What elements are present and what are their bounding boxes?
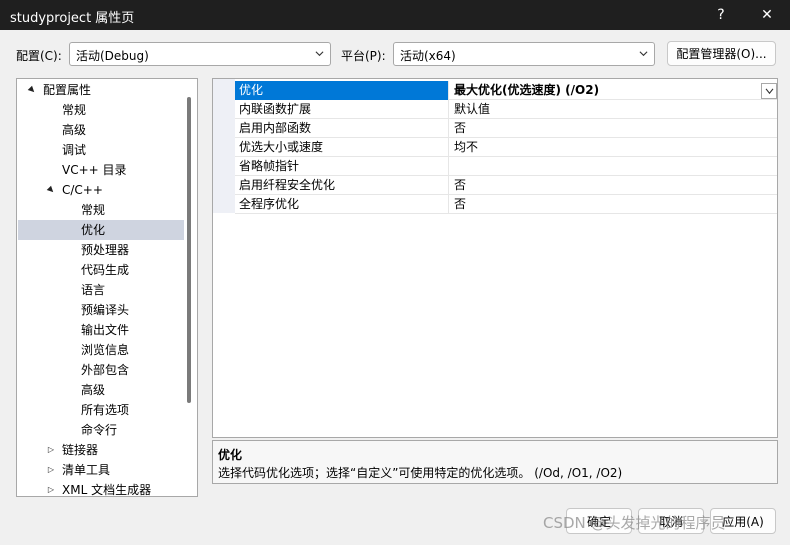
tree-item-label: 预编译头 [81, 303, 130, 317]
tree-item[interactable]: ▷ 清单工具 [18, 460, 184, 480]
property-row[interactable]: 优选大小或速度 均不 [235, 138, 777, 157]
tree-item-label: 代码生成 [81, 263, 130, 277]
tree-item[interactable]: ▷ XML 文档生成器 [18, 480, 184, 497]
property-name: 启用内部函数 [235, 119, 449, 138]
tree-item[interactable]: 常规 [18, 100, 184, 120]
tree-scrollbar[interactable] [187, 97, 191, 403]
property-tree: ▲ 配置属性 常规 高级 调试 VC++ 目录 ▲ C/C++ 常规 优化 预处理器 代码生成 语言 预编… [16, 78, 198, 497]
tree-item[interactable]: 命令行 [18, 420, 184, 440]
tree-item[interactable]: ▲ 配置属性 [18, 80, 184, 100]
property-name: 全程序优化 [235, 195, 449, 214]
tree-item-label: 外部包含 [81, 363, 130, 377]
description-title: 优化 [218, 448, 243, 462]
tree-item-label: 优化 [81, 223, 106, 237]
property-value[interactable]: 否 [450, 119, 777, 138]
property-name: 优选大小或速度 [235, 138, 449, 157]
help-button[interactable]: ? [698, 0, 744, 30]
tree-item-label: 预处理器 [81, 243, 130, 257]
tree-item-label: 高级 [81, 383, 106, 397]
property-name: 省略帧指针 [235, 157, 449, 176]
tree-item[interactable]: 预处理器 [18, 240, 184, 260]
property-name: 内联函数扩展 [235, 100, 449, 119]
tree-item-label: 常规 [62, 103, 87, 117]
property-row[interactable]: 内联函数扩展 默认值 [235, 100, 777, 119]
property-value[interactable]: 否 [450, 176, 777, 195]
chevron-down-icon [765, 88, 774, 95]
tree-item[interactable]: 高级 [18, 380, 184, 400]
tree-item[interactable]: 外部包含 [18, 360, 184, 380]
tree-item-label: 清单工具 [62, 463, 111, 477]
property-row[interactable]: 全程序优化否 [235, 195, 777, 214]
platform-dropdown[interactable]: 活动(x64) [393, 42, 655, 66]
property-value[interactable] [450, 157, 777, 176]
tree-item-label: 链接器 [62, 443, 99, 457]
tree-item-label: 所有选项 [81, 403, 130, 417]
property-grid: 优化 最大优化(优选速度) (/O2) 内联函数扩展 默认值 启用内部函数否优选大小或速… [212, 78, 778, 438]
tree-item-label: XML 文档生成器 [62, 483, 152, 497]
tree-item-label: 语言 [81, 283, 106, 297]
configuration-manager-button[interactable]: 配置管理器(O)... [667, 41, 776, 66]
tree-item[interactable]: ▲ C/C++ [18, 180, 184, 200]
collapse-arrow-icon[interactable]: ▲ [40, 179, 61, 200]
property-value[interactable]: 默认值 [450, 100, 777, 119]
property-row[interactable]: 省略帧指针 [235, 157, 777, 176]
tree-item[interactable]: 优化 [18, 220, 184, 240]
chevron-down-icon [639, 51, 648, 57]
property-name: 启用纤程安全优化 [235, 176, 449, 195]
tree-item-label: 配置属性 [43, 83, 92, 97]
tree-item-label: 常规 [81, 203, 106, 217]
property-dropdown-button[interactable] [761, 83, 777, 99]
description-panel: 优化 选择代码优化选项；选择“自定义”可使用特定的优化选项。 (/Od, /O1… [212, 440, 778, 484]
tree-item[interactable]: 预编译头 [18, 300, 184, 320]
tree-item[interactable]: 代码生成 [18, 260, 184, 280]
tree-item[interactable]: 浏览信息 [18, 340, 184, 360]
tree-item[interactable]: 所有选项 [18, 400, 184, 420]
config-dropdown-value: 活动(Debug) [76, 49, 149, 63]
property-name: 优化 [235, 81, 449, 100]
tree-item-label: VC++ 目录 [62, 163, 127, 177]
tree-item[interactable]: 高级 [18, 120, 184, 140]
tree-item[interactable]: 语言 [18, 280, 184, 300]
window-title: studyproject 属性页 [10, 11, 135, 26]
close-button[interactable]: ✕ [744, 0, 790, 30]
platform-dropdown-value: 活动(x64) [400, 49, 456, 63]
title-bar: studyproject 属性页 ? ✕ [0, 0, 790, 30]
property-row[interactable]: 启用内部函数否 [235, 119, 777, 138]
tree-item[interactable]: ▷ 链接器 [18, 440, 184, 460]
tree-item-label: 输出文件 [81, 323, 130, 337]
tree-item-label: 命令行 [81, 423, 118, 437]
property-row[interactable]: 启用纤程安全优化否 [235, 176, 777, 195]
tree-item-label: 浏览信息 [81, 343, 130, 357]
tree-item[interactable]: 调试 [18, 140, 184, 160]
property-row[interactable]: 优化 最大优化(优选速度) (/O2) [235, 81, 777, 100]
grid-gutter [213, 79, 235, 213]
tree-item[interactable]: 常规 [18, 200, 184, 220]
tree-item[interactable]: 输出文件 [18, 320, 184, 340]
expand-arrow-icon[interactable]: ▷ [46, 460, 56, 480]
expand-arrow-icon[interactable]: ▷ [46, 480, 56, 496]
config-label: 配置(C): [16, 49, 62, 63]
tree-item-label: 调试 [62, 143, 87, 157]
property-value[interactable]: 均不 [450, 138, 777, 157]
collapse-arrow-icon[interactable]: ▲ [21, 79, 42, 100]
tree-item-label: 高级 [62, 123, 87, 137]
watermark-text: CSDN @头发掉光的程序员 [543, 514, 726, 532]
help-icon: ? [717, 7, 725, 23]
config-dropdown[interactable]: 活动(Debug) [69, 42, 331, 66]
property-value[interactable]: 否 [450, 195, 777, 214]
tree-item-label: C/C++ [62, 183, 103, 197]
property-value[interactable]: 最大优化(优选速度) (/O2) [450, 81, 777, 100]
platform-label: 平台(P): [341, 49, 386, 63]
expand-arrow-icon[interactable]: ▷ [46, 440, 56, 460]
chevron-down-icon [315, 51, 324, 57]
close-icon: ✕ [761, 7, 773, 23]
description-text: 选择代码优化选项；选择“自定义”可使用特定的优化选项。 (/Od, /O1, /… [218, 466, 623, 480]
tree-item[interactable]: VC++ 目录 [18, 160, 184, 180]
